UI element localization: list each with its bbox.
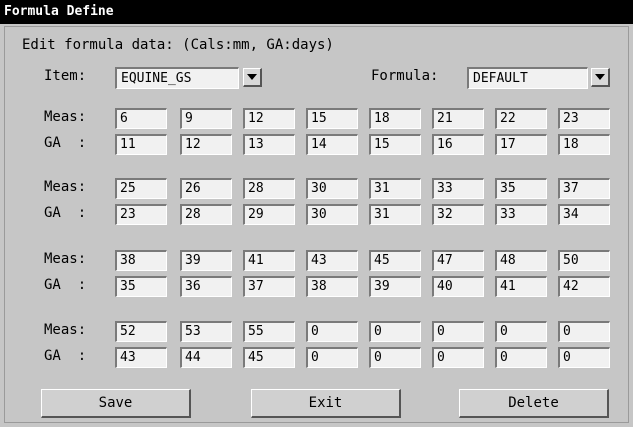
ga-cell[interactable]: 37: [243, 276, 295, 297]
meas-cell[interactable]: 0: [432, 321, 484, 342]
ga-cell[interactable]: 33: [495, 204, 547, 225]
ga-cell[interactable]: 0: [432, 347, 484, 368]
meas-cell[interactable]: 52: [115, 321, 167, 342]
meas-row-label: Meas:: [44, 322, 87, 338]
save-button[interactable]: Save: [41, 389, 191, 418]
ga-cell[interactable]: 0: [369, 347, 421, 368]
meas-cell[interactable]: 45: [369, 250, 421, 271]
ga-cell[interactable]: 29: [243, 204, 295, 225]
meas-cell[interactable]: 23: [558, 108, 610, 129]
ga-cell[interactable]: 17: [495, 134, 547, 155]
meas-cell[interactable]: 9: [180, 108, 232, 129]
ga-cell[interactable]: 34: [558, 204, 610, 225]
ga-row-label: GA :: [44, 348, 87, 364]
meas-cell[interactable]: 35: [495, 178, 547, 199]
ga-cell[interactable]: 32: [432, 204, 484, 225]
ga-cell[interactable]: 16: [432, 134, 484, 155]
meas-cell[interactable]: 55: [243, 321, 295, 342]
meas-cell[interactable]: 0: [306, 321, 358, 342]
ga-cell[interactable]: 35: [115, 276, 167, 297]
meas-cell[interactable]: 15: [306, 108, 358, 129]
meas-cell[interactable]: 28: [243, 178, 295, 199]
meas-cell[interactable]: 0: [495, 321, 547, 342]
ga-row-label: GA :: [44, 135, 87, 151]
meas-cell[interactable]: 39: [180, 250, 232, 271]
ga-row-label: GA :: [44, 205, 87, 221]
ga-row-label: GA :: [44, 277, 87, 293]
ga-cell[interactable]: 43: [115, 347, 167, 368]
ga-cell[interactable]: 14: [306, 134, 358, 155]
item-select[interactable]: EQUINE_GS: [115, 67, 239, 89]
meas-cell[interactable]: 38: [115, 250, 167, 271]
meas-cell[interactable]: 26: [180, 178, 232, 199]
meas-cell[interactable]: 53: [180, 321, 232, 342]
ga-cell[interactable]: 42: [558, 276, 610, 297]
window-title: Formula Define: [0, 0, 633, 24]
meas-cell[interactable]: 31: [369, 178, 421, 199]
meas-cell[interactable]: 43: [306, 250, 358, 271]
meas-cell[interactable]: 47: [432, 250, 484, 271]
ga-cell[interactable]: 36: [180, 276, 232, 297]
meas-cell[interactable]: 12: [243, 108, 295, 129]
meas-cell[interactable]: 48: [495, 250, 547, 271]
meas-cell[interactable]: 0: [369, 321, 421, 342]
ga-cell[interactable]: 28: [180, 204, 232, 225]
ga-cell[interactable]: 13: [243, 134, 295, 155]
ga-cell[interactable]: 44: [180, 347, 232, 368]
ga-cell[interactable]: 12: [180, 134, 232, 155]
ga-cell[interactable]: 40: [432, 276, 484, 297]
form-subtitle: Edit formula data: (Cals:mm, GA:days): [22, 37, 334, 53]
meas-cell[interactable]: 41: [243, 250, 295, 271]
formula-label: Formula:: [371, 68, 439, 84]
meas-cell[interactable]: 0: [558, 321, 610, 342]
meas-cell[interactable]: 25: [115, 178, 167, 199]
ga-cell[interactable]: 41: [495, 276, 547, 297]
item-dropdown-button[interactable]: [243, 68, 262, 87]
ga-cell[interactable]: 31: [369, 204, 421, 225]
ga-cell[interactable]: 45: [243, 347, 295, 368]
meas-cell[interactable]: 37: [558, 178, 610, 199]
meas-cell[interactable]: 30: [306, 178, 358, 199]
meas-row-label: Meas:: [44, 179, 87, 195]
exit-button[interactable]: Exit: [251, 389, 401, 418]
meas-cell[interactable]: 21: [432, 108, 484, 129]
meas-cell[interactable]: 6: [115, 108, 167, 129]
formula-select[interactable]: DEFAULT: [467, 67, 588, 89]
meas-cell[interactable]: 50: [558, 250, 610, 271]
formula-dropdown-button[interactable]: [591, 68, 610, 87]
ga-cell[interactable]: 38: [306, 276, 358, 297]
ga-cell[interactable]: 0: [306, 347, 358, 368]
ga-cell[interactable]: 11: [115, 134, 167, 155]
meas-cell[interactable]: 33: [432, 178, 484, 199]
ga-cell[interactable]: 18: [558, 134, 610, 155]
delete-button[interactable]: Delete: [459, 389, 609, 418]
ga-cell[interactable]: 30: [306, 204, 358, 225]
ga-cell[interactable]: 0: [495, 347, 547, 368]
meas-row-label: Meas:: [44, 109, 87, 125]
meas-cell[interactable]: 18: [369, 108, 421, 129]
ga-cell[interactable]: 39: [369, 276, 421, 297]
ga-cell[interactable]: 23: [115, 204, 167, 225]
ga-cell[interactable]: 0: [558, 347, 610, 368]
meas-cell[interactable]: 22: [495, 108, 547, 129]
meas-row-label: Meas:: [44, 251, 87, 267]
ga-cell[interactable]: 15: [369, 134, 421, 155]
item-label: Item:: [44, 68, 87, 84]
